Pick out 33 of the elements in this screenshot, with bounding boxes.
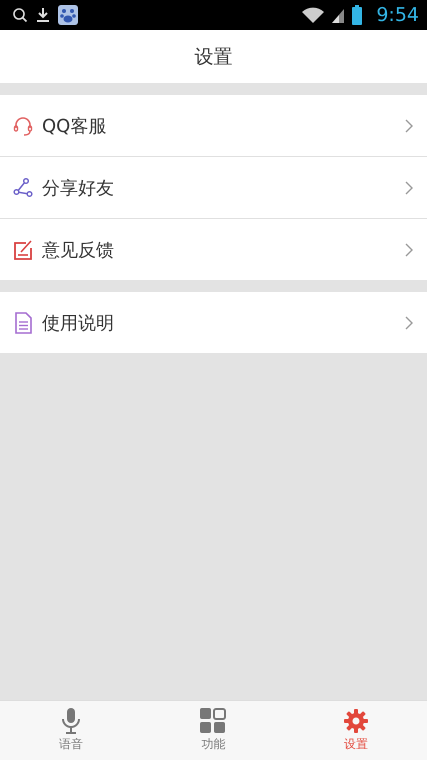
tab[interactable]: 功能	[142, 701, 285, 760]
settings-item[interactable]: 意见反馈	[0, 219, 427, 280]
item-label: 使用说明	[42, 312, 115, 334]
microphone-icon	[61, 708, 82, 734]
wifi-icon	[302, 7, 324, 23]
signal-icon	[332, 7, 344, 23]
download-icon	[36, 7, 50, 23]
document-icon	[12, 312, 34, 334]
gear-icon	[342, 708, 369, 734]
paw-app-icon	[58, 5, 78, 25]
settings-item[interactable]: 分享好友	[0, 157, 427, 219]
search-icon	[12, 7, 28, 23]
chevron-right-icon	[405, 180, 413, 194]
tab[interactable]: 语音	[0, 701, 142, 760]
headset-icon	[12, 114, 34, 136]
chevron-right-icon	[405, 316, 413, 330]
tab-label: 功能	[201, 736, 226, 753]
tab[interactable]: 设置	[284, 701, 427, 760]
edit-note-icon	[12, 238, 34, 260]
chevron-right-icon	[405, 242, 413, 256]
battery-icon	[352, 5, 362, 25]
settings-item[interactable]: QQ客服	[0, 95, 427, 157]
page-title: 设置	[194, 44, 232, 70]
tab-label: 设置	[344, 736, 368, 753]
item-label: 分享好友	[42, 176, 115, 200]
grid-icon	[200, 708, 226, 734]
chevron-right-icon	[405, 118, 413, 132]
share-icon	[12, 176, 34, 198]
status-time: 9:54	[376, 4, 419, 26]
tab-label: 语音	[59, 736, 84, 753]
settings-item[interactable]: 使用说明	[0, 292, 427, 353]
item-label: QQ客服	[42, 114, 108, 138]
item-label: 意见反馈	[42, 238, 115, 262]
